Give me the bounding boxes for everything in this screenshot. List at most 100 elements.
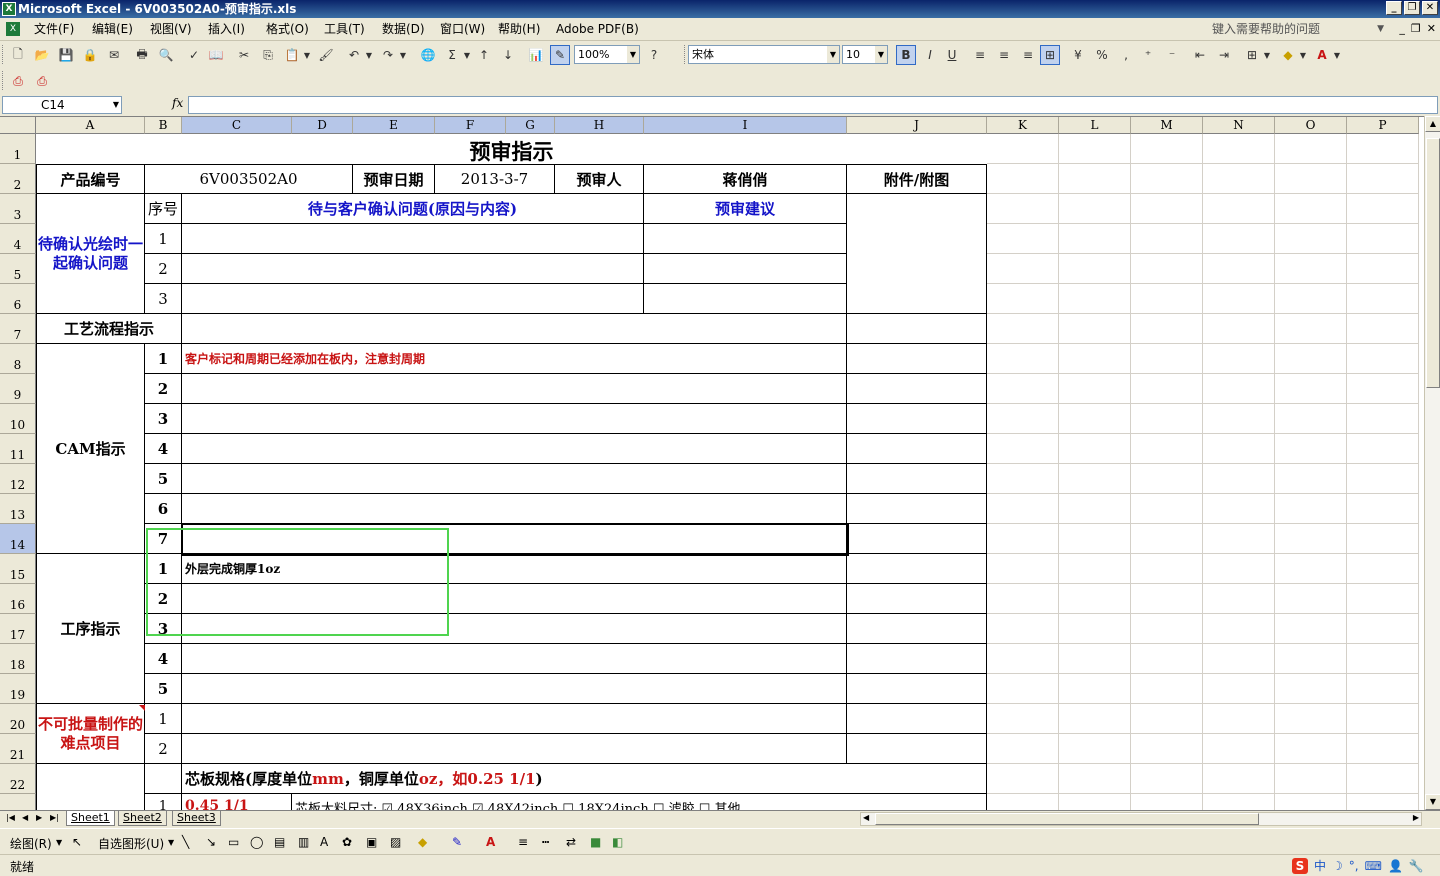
menu-file[interactable]: 文件(F) [34, 22, 74, 36]
doc-restore-icon[interactable]: ❐ [1411, 22, 1421, 35]
moon-icon[interactable]: ☽ [1332, 859, 1343, 873]
reviewer-label[interactable]: 预审人 [555, 164, 644, 194]
column-header-p[interactable]: P [1347, 117, 1419, 134]
font-size-select[interactable]: 10 ▼ [842, 45, 888, 64]
borders-icon[interactable]: ⊞ [1242, 45, 1262, 65]
spelling-icon[interactable]: ✓ [184, 45, 204, 65]
vertical-scrollbar[interactable]: ▲ ▼ [1424, 116, 1440, 810]
format-painter-icon[interactable]: 🖌 [316, 45, 336, 65]
column-header-o[interactable]: O [1275, 117, 1347, 134]
sort-ascending-icon[interactable]: ↑ [474, 45, 494, 65]
dash-style-icon[interactable]: ┅ [542, 835, 549, 849]
drawing-icon[interactable]: ✎ [550, 45, 570, 65]
menu-adobe-pdf[interactable]: Adobe PDF(B) [556, 22, 639, 36]
row-header[interactable]: 6 [0, 284, 36, 314]
attachment-cell[interactable] [847, 314, 987, 344]
3d-icon[interactable]: ◧ [612, 835, 623, 849]
menu-tools[interactable]: 工具(T) [324, 22, 365, 36]
underline-icon[interactable]: U [942, 45, 962, 65]
cam-cell[interactable] [182, 464, 847, 494]
wordart-icon[interactable]: A [320, 835, 328, 849]
row-header[interactable]: 8 [0, 344, 36, 374]
issues-header[interactable]: 待与客户确认问题(原因与内容) [182, 194, 644, 224]
pdf-email-icon[interactable]: ⎙ [32, 71, 52, 91]
seq-number[interactable]: 4 [145, 434, 182, 464]
attachment-cell[interactable] [847, 554, 987, 584]
decrease-indent-icon[interactable]: ⇤ [1190, 45, 1210, 65]
column-header-j[interactable]: J [847, 117, 987, 134]
row-header[interactable] [0, 794, 36, 810]
scroll-left-icon[interactable]: ◀ [863, 813, 869, 822]
autosum-dropdown-icon[interactable]: ▼ [462, 45, 472, 65]
menu-view[interactable]: 视图(V) [150, 22, 192, 36]
issue-cell[interactable] [182, 224, 644, 254]
attachment-cell[interactable] [847, 524, 987, 554]
attachment-cell[interactable] [847, 464, 987, 494]
seq-number[interactable]: 2 [145, 254, 182, 284]
cut-icon[interactable]: ✂ [234, 45, 254, 65]
column-header-e[interactable]: E [353, 117, 435, 134]
column-header-l[interactable]: L [1059, 117, 1131, 134]
bold-icon[interactable]: B [896, 45, 916, 65]
fill-color-icon[interactable]: ◆ [1278, 45, 1298, 65]
help-icon[interactable]: ? [644, 45, 664, 65]
seq-number[interactable]: 4 [145, 644, 182, 674]
procedure-note[interactable]: 外层完成铜厚1oz [182, 554, 847, 584]
product-no-label[interactable]: 产品编号 [36, 164, 145, 194]
select-objects-icon[interactable]: ↖ [72, 835, 82, 849]
fill-color-icon[interactable]: ◆ [418, 835, 427, 849]
confirm-section-label[interactable]: 待确认光绘时一起确认问题 [36, 194, 145, 314]
sort-descending-icon[interactable]: ↓ [498, 45, 518, 65]
attachment-cell[interactable] [847, 374, 987, 404]
decrease-decimal-icon[interactable]: ⁻ [1162, 45, 1182, 65]
worksheet-grid[interactable]: ABCDEFGHIJKLMNOP 1 2 3 4 5 6 7 8 9 10 11 12 13 14 15 16… [0, 116, 1424, 810]
reviewer-value[interactable]: 蒋俏俏 [644, 164, 847, 194]
new-icon[interactable]: 🗋 [8, 45, 28, 65]
process-flow-label[interactable]: 工艺流程指示 [36, 314, 182, 344]
procedure-cell[interactable] [182, 644, 847, 674]
column-header-k[interactable]: K [987, 117, 1059, 134]
document-icon[interactable]: X [6, 22, 20, 36]
attachment-cell[interactable] [847, 674, 987, 704]
draw-menu-button[interactable]: 绘图(R) [10, 835, 52, 852]
doc-close-icon[interactable]: ✕ [1427, 22, 1436, 35]
core-spec-value[interactable]: 0.45 1/1 [182, 794, 292, 810]
issue-cell[interactable] [182, 254, 644, 284]
paste-icon[interactable]: 📋 [282, 45, 302, 65]
issue-cell[interactable] [182, 284, 644, 314]
scroll-down-icon[interactable]: ▼ [1425, 794, 1440, 810]
cam-cell[interactable] [182, 404, 847, 434]
clipart-icon[interactable]: ▣ [366, 835, 377, 849]
seq-number[interactable]: 2 [145, 374, 182, 404]
row-header[interactable]: 22 [0, 764, 36, 794]
seq-number[interactable]: 2 [145, 734, 182, 764]
scroll-thumb[interactable] [875, 813, 1259, 825]
attachment-label[interactable]: 附件/附图 [847, 164, 987, 194]
line-icon[interactable]: ╲ [182, 835, 189, 849]
procedure-label[interactable]: 工序指示 [36, 554, 145, 704]
column-header-i[interactable]: I [644, 117, 847, 134]
prev-sheet-icon[interactable]: ◀ [22, 813, 28, 822]
row-header[interactable]: 10 [0, 404, 36, 434]
align-right-icon[interactable]: ≡ [1018, 45, 1038, 65]
menu-help[interactable]: 帮助(H) [498, 22, 540, 36]
seq-number[interactable]: 5 [145, 674, 182, 704]
seq-number[interactable]: 6 [145, 494, 182, 524]
user-icon[interactable]: 👤 [1388, 859, 1403, 873]
menu-data[interactable]: 数据(D) [382, 22, 425, 36]
tab-sheet1[interactable]: Sheet1 [66, 811, 115, 826]
menu-insert[interactable]: 插入(I) [208, 22, 245, 36]
difficult-items-label[interactable]: 不可批量制作的难点项目 [36, 704, 145, 764]
product-no-value[interactable]: 6V003502A0 [145, 164, 353, 194]
row-header[interactable]: 17 [0, 614, 36, 644]
seq-number[interactable]: 3 [145, 614, 182, 644]
row-header[interactable]: 3 [0, 194, 36, 224]
attachment-cell[interactable] [847, 644, 987, 674]
seq-number[interactable]: 1 [145, 794, 182, 810]
seq-number[interactable]: 3 [145, 284, 182, 314]
chevron-down-icon[interactable]: ▼ [627, 46, 639, 63]
help-search-input[interactable]: 键入需要帮助的问题 ▼ [1206, 21, 1386, 38]
tab-sheet3[interactable]: Sheet3 [172, 811, 221, 826]
align-left-icon[interactable]: ≡ [970, 45, 990, 65]
paste-dropdown-icon[interactable]: ▼ [302, 45, 312, 65]
